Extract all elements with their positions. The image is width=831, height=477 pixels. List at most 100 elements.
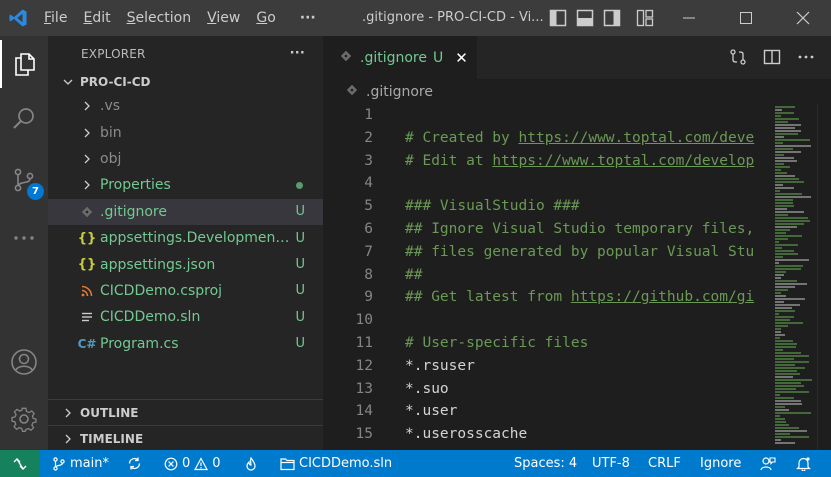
code-line[interactable]: 5 ### VisualStudio ### — [323, 195, 773, 218]
code-line[interactable]: 13 *.suo — [323, 378, 773, 401]
sync-button[interactable] — [127, 450, 142, 477]
line-number: 12 — [355, 357, 373, 374]
layout-controls — [549, 9, 654, 27]
toggle-secondary-sidebar-icon[interactable] — [603, 9, 621, 27]
tab-close-button[interactable]: ✕ — [455, 49, 468, 67]
remote-indicator[interactable] — [0, 450, 40, 477]
indentation-button[interactable]: Spaces: 4 — [514, 450, 577, 477]
line-number: 6 — [364, 221, 373, 237]
customize-layout-icon[interactable] — [636, 9, 654, 27]
explorer-activity[interactable] — [0, 40, 48, 88]
menu-more[interactable]: ··· — [292, 0, 324, 36]
vscode-logo-icon — [0, 0, 36, 36]
comment-link[interactable]: https://www.toptal.com/deve — [519, 130, 755, 146]
settings-gear-icon — [11, 407, 37, 432]
close-window-button[interactable] — [774, 0, 831, 36]
language-mode-button[interactable]: Ignore — [700, 450, 741, 477]
tab-gitignore[interactable]: .gitignore U ✕ — [323, 36, 477, 79]
minimap-line — [775, 283, 807, 285]
more-actions-icon[interactable] — [797, 48, 815, 66]
flame-button[interactable] — [244, 450, 258, 477]
code-line[interactable]: 14 *.user — [323, 400, 773, 423]
branch-indicator[interactable]: main* — [52, 450, 109, 477]
workspace-folder[interactable]: PRO-CI-CD — [48, 71, 323, 93]
minimap-line — [775, 250, 794, 252]
search-activity[interactable] — [0, 95, 48, 143]
encoding-button[interactable]: UTF-8 — [592, 450, 630, 477]
outline-section[interactable]: OUTLINE — [48, 399, 323, 425]
code-line[interactable]: 4 — [323, 172, 773, 195]
code-line[interactable]: 6 ## Ignore Visual Studio temporary files… — [323, 218, 773, 241]
code-line[interactable]: 15 *.userosscache — [323, 423, 773, 446]
maximize-button[interactable] — [717, 0, 774, 36]
line-content: # Created by https://www.toptal.com/deve — [405, 127, 754, 150]
tree-file-program[interactable]: C# Program.cs U — [48, 331, 323, 357]
tree-folder-properties[interactable]: Properties — [48, 172, 323, 198]
breadcrumb-file: .gitignore — [366, 83, 433, 100]
menu-file[interactable]: File — [36, 0, 75, 36]
minimize-button[interactable] — [660, 0, 717, 36]
tree-file-csproj[interactable]: CICDDemo.csproj U — [48, 278, 323, 304]
explorer-more-button[interactable]: ··· — [290, 46, 305, 61]
minimap-line — [775, 280, 797, 282]
feedback-button[interactable] — [760, 450, 776, 477]
menu-view[interactable]: View — [199, 0, 248, 36]
timeline-section[interactable]: TIMELINE — [48, 425, 323, 451]
solution-indicator[interactable]: CICDDemo.sln — [280, 450, 392, 477]
code-line[interactable]: 11 # User-specific files — [323, 332, 773, 355]
tree-folder-obj[interactable]: obj — [48, 146, 323, 172]
code-line[interactable]: 9 ## Get latest from https://github.com/g… — [323, 286, 773, 309]
minimap-line — [775, 277, 781, 279]
manage-activity[interactable] — [0, 395, 48, 443]
menu-selection[interactable]: Selection — [119, 0, 200, 36]
code-line[interactable]: 1 — [323, 104, 773, 127]
comment-text: ## Get latest from — [405, 289, 571, 306]
split-editor-icon[interactable] — [763, 48, 781, 66]
accounts-activity[interactable] — [0, 338, 48, 386]
code-line[interactable]: 8 ## — [323, 264, 773, 287]
open-changes-icon[interactable] — [729, 48, 747, 66]
menu-edit[interactable]: Edit — [75, 0, 118, 36]
more-activity[interactable] — [0, 214, 48, 262]
outline-label: OUTLINE — [80, 405, 139, 420]
code-editor[interactable]: 1 2 # Created by https://www.toptal.com/de… — [323, 104, 831, 450]
minimap-line — [775, 361, 809, 363]
window-title: .gitignore - PRO-CI-CD - Vi... — [362, 10, 544, 25]
code-line[interactable]: 3 # Edit at https://www.toptal.com/develo… — [323, 150, 773, 173]
toggle-panel-icon[interactable] — [576, 9, 594, 27]
minimap-line — [775, 424, 789, 426]
notifications-button[interactable] — [796, 450, 811, 477]
code-line[interactable]: 2 # Created by https://www.toptal.com/dev… — [323, 127, 773, 150]
breadcrumb[interactable]: .gitignore — [323, 79, 831, 104]
problems-indicator[interactable]: 0 0 — [164, 450, 221, 477]
code-line[interactable]: 12 *.rsuser — [323, 355, 773, 378]
tree-file-appsettings-development[interactable]: {} appsettings.Development.... U — [48, 225, 323, 251]
tree-folder-vs[interactable]: .vs — [48, 93, 323, 119]
minimap[interactable] — [773, 104, 817, 450]
tree-file-sln[interactable]: CICDDemo.sln U — [48, 304, 323, 330]
editor-scrollbar[interactable] — [817, 104, 831, 450]
code-line[interactable]: 10 — [323, 309, 773, 332]
tab-label: .gitignore — [360, 50, 427, 66]
minimap-line — [775, 334, 785, 336]
minimap-line — [775, 403, 802, 405]
explorer-header: EXPLORER ··· — [48, 36, 323, 71]
code-line[interactable]: 7 ## files generated by popular Visual St… — [323, 241, 773, 264]
comment-link[interactable]: https://github.com/gi — [571, 289, 754, 305]
tree-folder-bin[interactable]: bin — [48, 119, 323, 145]
tree-file-gitignore[interactable]: .gitignore U — [48, 198, 323, 225]
comment-link[interactable]: https://www.toptal.com/develop — [492, 153, 754, 169]
minimap-line — [775, 391, 809, 393]
menu-go[interactable]: Go — [248, 0, 283, 36]
eol-button[interactable]: CRLF — [648, 450, 681, 477]
tree-item-label: appsettings.json — [100, 256, 216, 273]
line-number: 4 — [364, 175, 373, 192]
tree-file-appsettings[interactable]: {} appsettings.json U — [48, 251, 323, 277]
minimap-line — [775, 220, 810, 222]
minimap-line — [775, 430, 807, 432]
minimap-line — [775, 316, 794, 318]
source-control-activity[interactable]: 7 — [0, 156, 48, 204]
minimap-line — [775, 124, 801, 126]
minimap-line — [775, 331, 781, 333]
toggle-primary-sidebar-icon[interactable] — [549, 9, 567, 27]
